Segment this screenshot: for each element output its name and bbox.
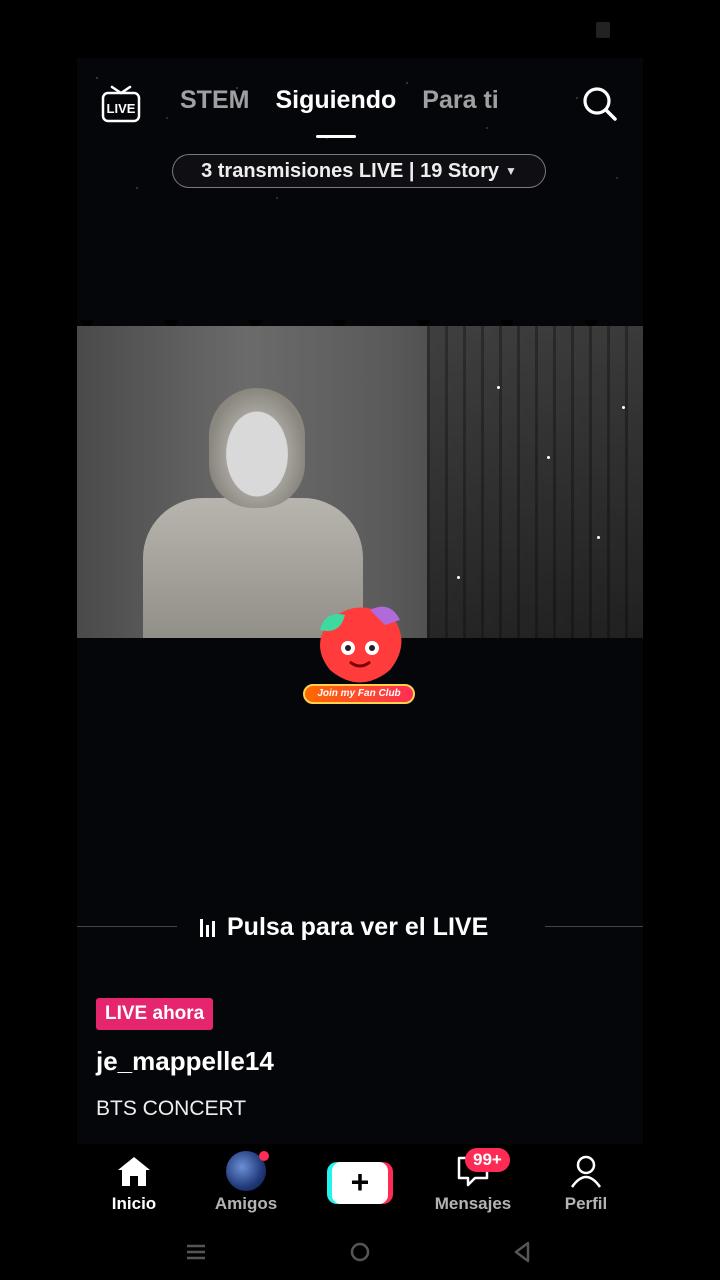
- sparkle: [497, 386, 500, 389]
- live-summary-dropdown[interactable]: 3 transmisiones LIVE | 19 Story ▼: [172, 154, 546, 188]
- system-navigation-bar: [0, 1228, 720, 1280]
- create-button[interactable]: +: [327, 1162, 393, 1204]
- feed-tabs: STEM Siguiendo Para ti: [180, 86, 499, 126]
- fan-club-label[interactable]: Join my Fan Club: [303, 684, 415, 704]
- status-indicator: [596, 22, 610, 38]
- phone-screen: LIVE STEM Siguiendo Para ti 3 transmisio…: [0, 0, 720, 1280]
- nav-label-mensajes: Mensajes: [434, 1194, 512, 1213]
- sparkle: [597, 536, 600, 539]
- live-tv-icon[interactable]: LIVE: [100, 84, 142, 124]
- sparkle: [547, 456, 550, 459]
- divider-line: [545, 926, 643, 927]
- home-icon: [79, 1154, 189, 1188]
- messages-count-badge: 99+: [465, 1148, 510, 1172]
- post-caption: BTS CONCERT: [96, 1097, 247, 1120]
- live-video-preview[interactable]: [77, 326, 643, 638]
- nav-label-inicio: Inicio: [111, 1194, 157, 1213]
- home-circle-icon[interactable]: [348, 1240, 372, 1269]
- sparkle: [457, 576, 460, 579]
- nav-amigos[interactable]: Amigos: [191, 1151, 301, 1214]
- friends-avatar-icon: [191, 1151, 301, 1191]
- live-summary-text: 3 transmisiones LIVE | 19 Story: [201, 159, 500, 182]
- tap-to-watch-live[interactable]: Pulsa para ver el LIVE: [196, 910, 534, 944]
- recent-apps-icon[interactable]: [184, 1240, 208, 1269]
- live-icon-text: LIVE: [107, 101, 136, 116]
- divider-line: [77, 926, 177, 927]
- stage-structure: [427, 326, 643, 638]
- performer-head: [209, 388, 305, 508]
- audio-bars-icon: [200, 917, 215, 937]
- notification-dot: [259, 1151, 269, 1161]
- live-now-badge: LIVE ahora: [96, 998, 214, 1030]
- nav-label-amigos: Amigos: [214, 1194, 278, 1213]
- starfield-background: [77, 58, 643, 228]
- tab-siguiendo[interactable]: Siguiendo: [275, 86, 396, 126]
- nav-inicio[interactable]: Inicio: [79, 1154, 189, 1214]
- plus-icon: +: [332, 1162, 388, 1204]
- tab-stem[interactable]: STEM: [180, 86, 249, 126]
- tab-para-ti[interactable]: Para ti: [422, 86, 498, 126]
- nav-label-perfil: Perfil: [564, 1194, 608, 1213]
- sparkle: [622, 406, 625, 409]
- search-icon[interactable]: [580, 84, 620, 124]
- nav-perfil[interactable]: Perfil: [531, 1154, 641, 1214]
- profile-icon: [531, 1154, 641, 1188]
- tap-prompt-text: Pulsa para ver el LIVE: [227, 912, 489, 941]
- creator-username[interactable]: je_mappelle14: [96, 1046, 274, 1077]
- back-triangle-icon[interactable]: [510, 1240, 534, 1269]
- caret-down-icon: ▼: [505, 164, 517, 178]
